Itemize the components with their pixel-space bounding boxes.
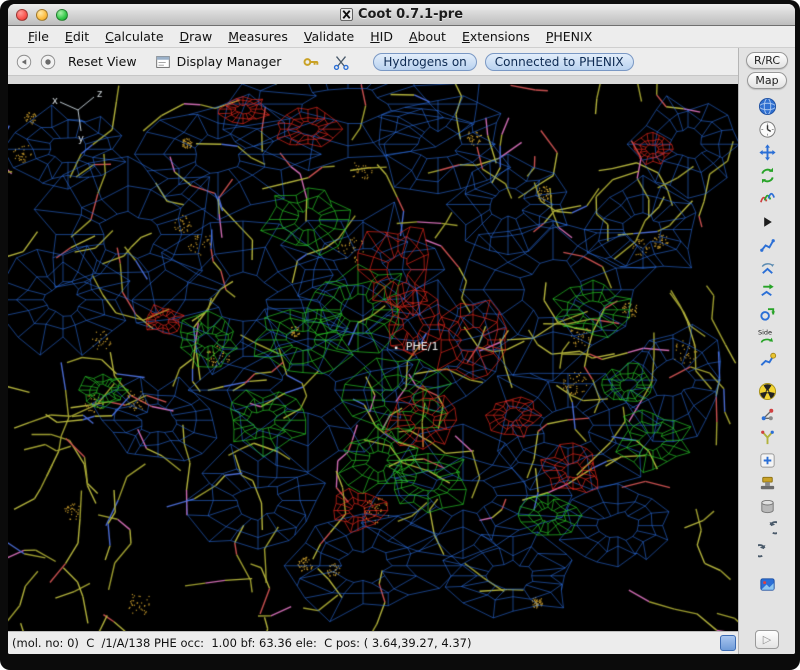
display-manager-button[interactable]: Display Manager xyxy=(147,50,288,74)
menu-validate[interactable]: Validate xyxy=(296,27,362,46)
titlebar[interactable]: Coot 0.7.1-pre xyxy=(8,4,795,26)
reset-view-button[interactable]: Reset View xyxy=(62,52,143,71)
pane-resize-handle[interactable] xyxy=(720,635,736,651)
right-toolbar: R/RC Map Side ▷ xyxy=(738,48,795,654)
scissors-icon[interactable] xyxy=(331,52,351,72)
rotate-icon[interactable] xyxy=(755,164,779,187)
menubar: FileEditCalculateDrawMeasuresValidateHID… xyxy=(8,26,795,48)
gl-viewport xyxy=(8,84,738,631)
display-manager-icon xyxy=(153,52,173,72)
status-text: (mol. no: 0) C /1/A/138 PHE occ: 1.00 bf… xyxy=(12,636,471,650)
menu-calculate[interactable]: Calculate xyxy=(97,27,171,46)
flag-icon[interactable] xyxy=(755,573,779,596)
rotamer-icon[interactable] xyxy=(755,233,779,256)
translate-icon[interactable] xyxy=(755,141,779,164)
add-terminal-residue-icon[interactable] xyxy=(755,348,779,371)
menu-extensions[interactable]: Extensions xyxy=(454,27,538,46)
menu-draw[interactable]: Draw xyxy=(172,27,221,46)
rrc-button[interactable]: R/RC xyxy=(746,52,788,69)
phenix-connection-button[interactable]: Connected to PHENIX xyxy=(485,53,634,71)
pepflip-icon[interactable] xyxy=(755,256,779,279)
menu-file[interactable]: File xyxy=(20,27,57,46)
mutate-icon[interactable] xyxy=(755,302,779,325)
key-icon[interactable] xyxy=(301,52,321,72)
cylinder-icon[interactable] xyxy=(755,495,779,518)
x11-app-icon xyxy=(340,8,353,21)
add-atom-icon[interactable] xyxy=(755,449,779,472)
toolbar-stock-icon-2[interactable] xyxy=(38,52,58,72)
menu-measures[interactable]: Measures xyxy=(220,27,296,46)
gl-canvas[interactable] xyxy=(8,84,738,631)
alt-conf-icon[interactable] xyxy=(755,426,779,449)
map-button[interactable]: Map xyxy=(747,72,786,89)
expander-triangle-icon[interactable] xyxy=(755,210,779,233)
menu-about[interactable]: About xyxy=(401,27,454,46)
side-chain-flip-icon[interactable]: Side xyxy=(755,325,779,348)
autofit-rotamer-icon[interactable] xyxy=(755,279,779,302)
svg-text:Side: Side xyxy=(758,328,772,336)
stamp-icon[interactable] xyxy=(755,472,779,495)
statusbar: (mol. no: 0) C /1/A/138 PHE occ: 1.00 bf… xyxy=(8,631,738,654)
play-button[interactable]: ▷ xyxy=(755,630,779,649)
redo-icon[interactable] xyxy=(755,541,779,564)
modelling-icon-strip: Side xyxy=(739,95,795,630)
toolbar: Reset View Display Manager Hydrogens on … xyxy=(8,48,738,76)
hydrogens-toggle-button[interactable]: Hydrogens on xyxy=(373,53,476,71)
toolbar-stock-icon-1[interactable] xyxy=(14,52,34,72)
spiral-icon[interactable] xyxy=(755,187,779,210)
menu-edit[interactable]: Edit xyxy=(57,27,97,46)
radiation-icon[interactable] xyxy=(755,380,779,403)
sphere-icon[interactable] xyxy=(755,95,779,118)
clock-icon[interactable] xyxy=(755,118,779,141)
atom-bond-icon[interactable] xyxy=(755,403,779,426)
app-window: Coot 0.7.1-pre FileEditCalculateDrawMeas… xyxy=(0,0,800,670)
undo-icon[interactable] xyxy=(755,518,779,541)
menu-hid[interactable]: HID xyxy=(362,27,401,46)
window-title: Coot 0.7.1-pre xyxy=(358,7,463,22)
menu-phenix[interactable]: PHENIX xyxy=(538,27,600,46)
